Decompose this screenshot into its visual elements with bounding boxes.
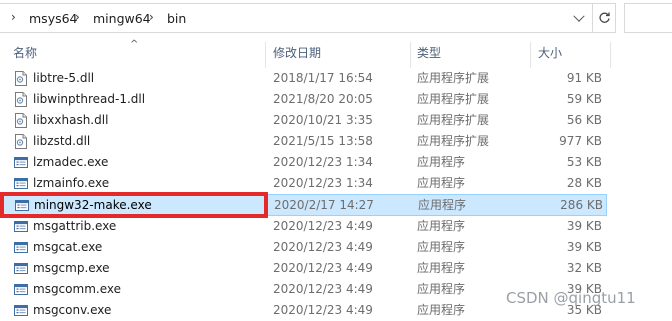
dll-icon [14,71,28,86]
file-date: 2018/1/17 16:54 [273,71,373,85]
file-size: 56 KB [566,113,602,127]
file-date: 2020/2/17 14:27 [274,198,374,212]
file-name: msgcat.exe [33,240,103,254]
column-divider[interactable] [265,42,266,68]
column-type[interactable]: 类型 [417,42,441,64]
exe-icon [14,303,28,318]
file-type: 应用程序 [417,261,466,275]
file-type: 应用程序 [417,282,466,296]
breadcrumb-separator[interactable]: › [11,10,16,24]
file-name: libzstd.dll [33,134,91,148]
file-name: msgcomm.exe [33,282,121,296]
column-divider[interactable] [410,42,411,68]
file-row[interactable]: msgcat.exe 2020/12/23 4:49 应用程序 39 KB [0,237,672,258]
file-date: 2020/12/23 4:49 [273,303,373,317]
file-size: 32 KB [566,261,602,275]
chevron-down-icon[interactable] [573,10,585,22]
file-row[interactable]: msgattrib.exe 2020/12/23 4:49 应用程序 39 KB [0,216,672,237]
file-row[interactable]: lzmainfo.exe 2020/12/23 1:34 应用程序 28 KB [0,173,672,194]
file-name: msgcmp.exe [33,261,110,275]
file-row[interactable]: libtre-5.dll 2018/1/17 16:54 应用程序扩展 91 K… [0,68,672,89]
file-date: 2020/12/23 4:49 [273,282,373,296]
breadcrumb-msys64[interactable]: msys64 [29,11,78,26]
column-divider[interactable] [530,42,531,68]
refresh-icon [599,12,610,23]
exe-icon [14,155,28,170]
breadcrumb-separator[interactable]: › [149,10,154,24]
file-type: 应用程序扩展 [417,134,490,148]
file-size: 91 KB [566,71,602,85]
column-size[interactable]: 大小 [538,42,562,64]
exe-icon [14,240,28,255]
file-type: 应用程序 [417,240,466,254]
file-size: 28 KB [566,176,602,190]
file-type: 应用程序 [417,303,466,317]
exe-icon [14,176,28,191]
file-size: 286 KB [560,198,603,212]
file-type: 应用程序 [417,219,466,233]
highlight-box [0,192,268,218]
search-input[interactable] [624,3,672,33]
file-type: 应用程序 [418,198,467,212]
exe-icon [14,261,28,276]
file-size: 977 KB [559,134,602,148]
exe-icon [14,219,28,234]
file-name: libwinpthread-1.dll [33,92,146,106]
watermark: CSDN @qingtu11 [506,289,636,307]
breadcrumb-bin[interactable]: bin [167,11,186,26]
file-type: 应用程序扩展 [417,113,490,127]
file-date: 2020/12/23 1:34 [273,176,373,190]
dll-icon [14,92,28,107]
file-date: 2021/5/15 13:58 [273,134,373,148]
file-name: msgattrib.exe [33,219,117,233]
file-date: 2020/12/23 4:49 [273,240,373,254]
file-row[interactable]: libxxhash.dll 2020/10/21 3:35 应用程序扩展 56 … [0,110,672,131]
file-type: 应用程序 [417,176,466,190]
file-name: lzmainfo.exe [33,176,110,190]
file-size: 39 KB [566,219,602,233]
file-size: 59 KB [566,92,602,106]
file-date: 2020/12/23 4:49 [273,261,373,275]
file-date: 2020/12/23 4:49 [273,219,373,233]
file-type: 应用程序扩展 [417,92,490,106]
file-row[interactable]: msgcmp.exe 2020/12/23 4:49 应用程序 32 KB [0,258,672,279]
column-name[interactable]: 名称 [13,42,37,64]
exe-icon [14,282,28,297]
file-size: 53 KB [566,155,602,169]
file-type: 应用程序 [417,155,466,169]
file-size: 39 KB [566,240,602,254]
file-date: 2021/8/20 20:05 [273,92,373,106]
file-name: msgconv.exe [33,303,112,317]
dll-icon [14,113,28,128]
column-divider[interactable] [610,42,611,68]
column-date[interactable]: 修改日期 [273,42,321,64]
file-date: 2020/10/21 3:35 [273,113,373,127]
file-row[interactable]: lzmadec.exe 2020/12/23 1:34 应用程序 53 KB [0,152,672,173]
file-type: 应用程序扩展 [417,71,490,85]
refresh-button[interactable] [592,3,616,33]
address-bar[interactable]: › msys64 › mingw64 › bin [0,3,616,33]
dll-icon [14,134,28,149]
address-bar-row: › msys64 › mingw64 › bin [0,0,672,38]
file-row[interactable]: libzstd.dll 2021/5/15 13:58 应用程序扩展 977 K… [0,131,672,152]
sort-ascending-icon: ^ [130,39,139,50]
breadcrumb-separator[interactable]: › [75,10,80,24]
file-date: 2020/12/23 1:34 [273,155,373,169]
file-name: lzmadec.exe [33,155,109,169]
file-name: libtre-5.dll [33,71,95,85]
file-row[interactable]: libwinpthread-1.dll 2021/8/20 20:05 应用程序… [0,89,672,110]
column-header: ^ 名称 修改日期 类型 大小 [0,39,672,68]
breadcrumb-mingw64[interactable]: mingw64 [93,11,151,26]
file-name: libxxhash.dll [33,113,109,127]
